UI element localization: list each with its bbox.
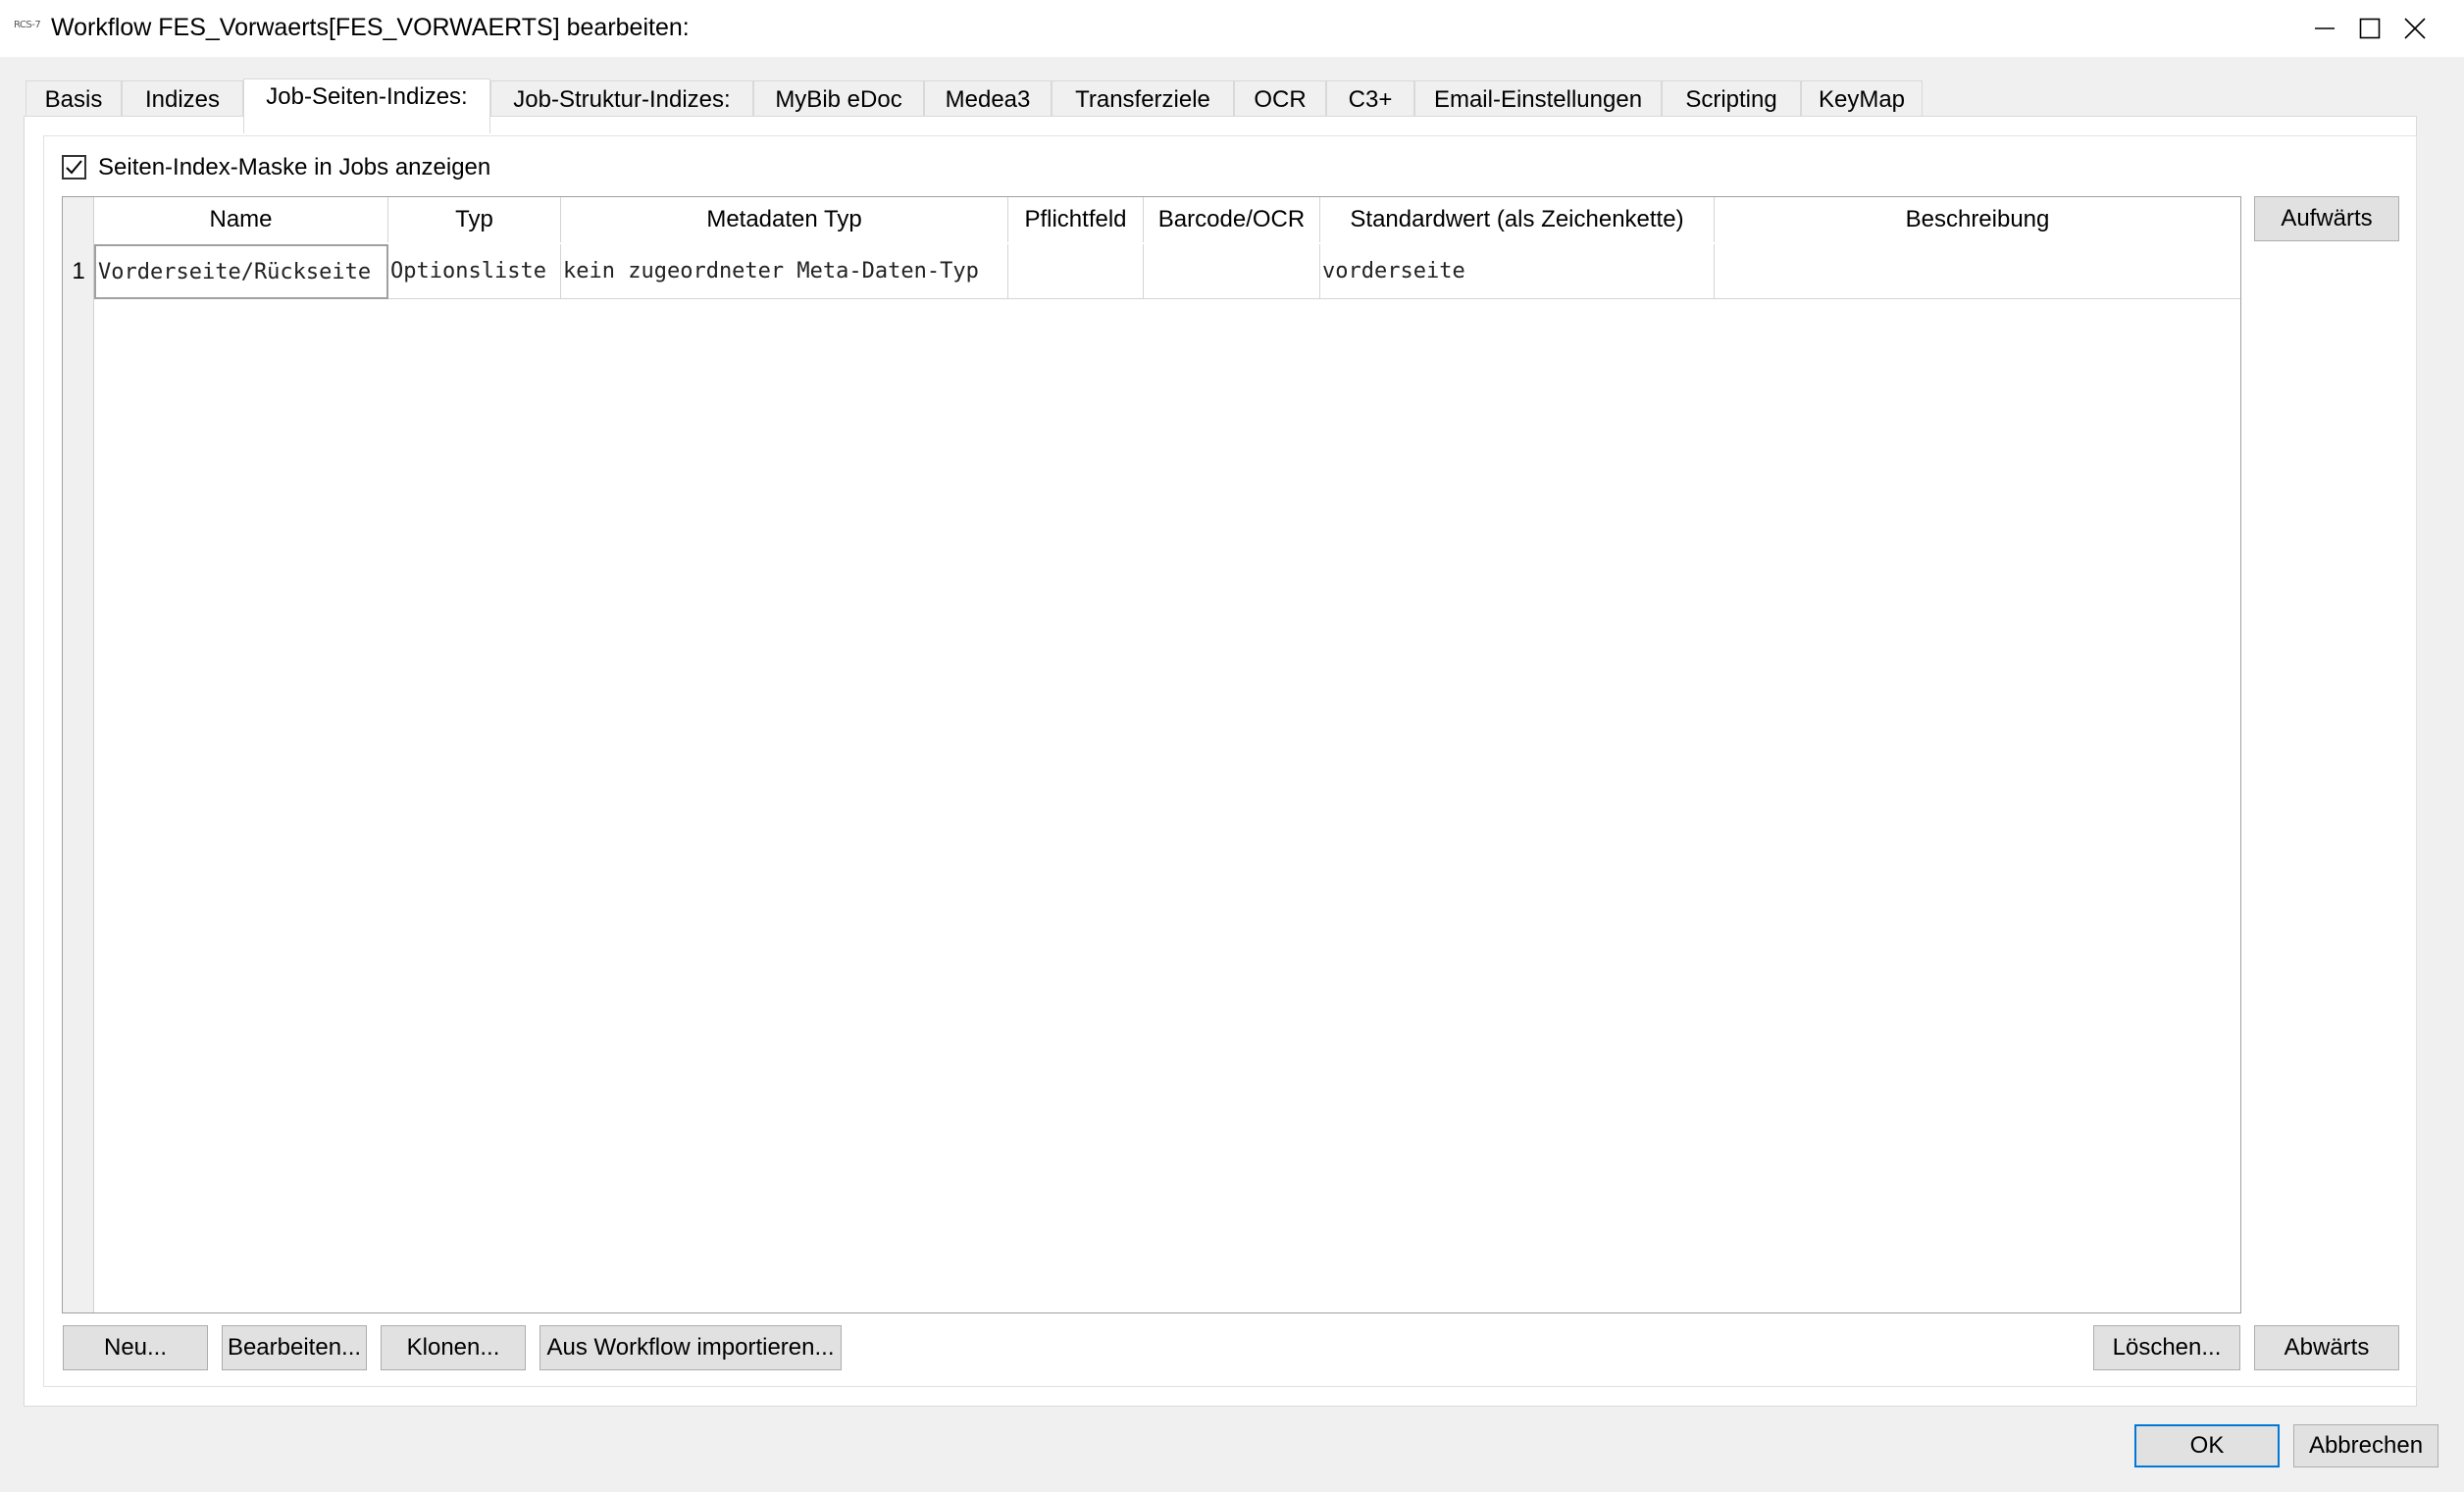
tab-basis[interactable]: Basis (26, 80, 122, 118)
new-button[interactable]: Neu... (63, 1325, 208, 1370)
close-button[interactable] (2370, 0, 2460, 57)
column-header-name[interactable]: Name (94, 197, 388, 242)
move-up-button[interactable]: Aufwärts (2254, 196, 2399, 241)
cancel-button[interactable]: Abbrechen (2293, 1424, 2438, 1467)
row-number[interactable]: 1 (63, 244, 94, 299)
tab-scripting[interactable]: Scripting (1662, 80, 1801, 118)
window-title: Workflow FES_Vorwaerts[FES_VORWAERTS] be… (51, 14, 690, 41)
tab-c3-plus[interactable]: C3+ (1326, 80, 1414, 118)
table-cell-metadaten-typ[interactable]: kein zugeordneter Meta-Daten-Typ (561, 244, 1008, 299)
tab-keymap[interactable]: KeyMap (1801, 80, 1923, 118)
column-header-metadaten-typ[interactable]: Metadaten Typ (561, 197, 1008, 242)
page-index-table[interactable]: Name Typ Metadaten Typ Pflichtfeld Barco… (62, 196, 2241, 1313)
table-cell-barcode-ocr[interactable] (1144, 244, 1320, 299)
close-icon (2404, 18, 2426, 39)
app-icon: RCS-7 (14, 20, 41, 30)
delete-button[interactable]: Löschen... (2093, 1325, 2240, 1370)
tab-indizes[interactable]: Indizes (122, 80, 243, 118)
tab-mybib-edoc[interactable]: MyBib eDoc (753, 80, 924, 118)
table-cell-beschreibung[interactable] (1715, 244, 2240, 299)
show-mask-checkbox-label[interactable]: Seiten-Index-Maske in Jobs anzeigen (98, 154, 490, 181)
clone-button[interactable]: Klonen... (381, 1325, 526, 1370)
tab-email-einstellungen[interactable]: Email-Einstellungen (1414, 80, 1662, 118)
tab-job-struktur-indizes[interactable]: Job-Struktur-Indizes: (490, 80, 753, 118)
column-header-beschreibung[interactable]: Beschreibung (1715, 197, 2240, 242)
title-bar: RCS-7 Workflow FES_Vorwaerts[FES_VORWAER… (0, 0, 2464, 57)
column-header-barcode-ocr[interactable]: Barcode/OCR (1144, 197, 1320, 242)
checkmark-icon (66, 160, 82, 175)
ok-button[interactable]: OK (2134, 1424, 2280, 1467)
table-cell-name[interactable]: Vorderseite/Rückseite (94, 244, 388, 299)
row-header-column (63, 197, 94, 1312)
table-cell-pflichtfeld[interactable] (1008, 244, 1144, 299)
tab-ocr[interactable]: OCR (1234, 80, 1326, 118)
tab-medea3[interactable]: Medea3 (924, 80, 1052, 118)
table-cell-typ[interactable]: Optionsliste (388, 244, 561, 299)
column-header-typ[interactable]: Typ (388, 197, 561, 242)
column-header-standardwert[interactable]: Standardwert (als Zeichenkette) (1320, 197, 1715, 242)
move-down-button[interactable]: Abwärts (2254, 1325, 2399, 1370)
tab-transferziele[interactable]: Transferziele (1052, 80, 1234, 118)
show-mask-checkbox[interactable] (62, 155, 86, 180)
import-from-workflow-button[interactable]: Aus Workflow importieren... (539, 1325, 842, 1370)
table-cell-standardwert[interactable]: vorderseite (1320, 244, 1715, 299)
column-header-pflichtfeld[interactable]: Pflichtfeld (1008, 197, 1144, 242)
edit-button[interactable]: Bearbeiten... (222, 1325, 367, 1370)
tab-job-seiten-indizes[interactable]: Job-Seiten-Indizes: (243, 78, 490, 133)
